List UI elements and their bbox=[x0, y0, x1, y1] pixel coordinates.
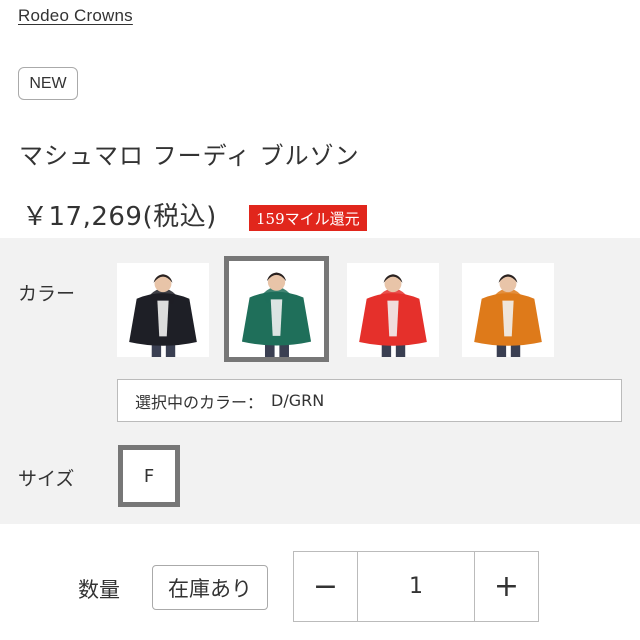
increment-button[interactable]: + bbox=[474, 552, 538, 621]
decrement-button[interactable]: − bbox=[294, 552, 358, 621]
quantity-label: 数量 bbox=[78, 578, 120, 602]
options-panel: カラー 選択中のカラー： D/GRN サイズ F bbox=[0, 238, 640, 524]
product-page: Rodeo Crowns NEW マシュマロ フーディ ブルゾン ￥17,269… bbox=[0, 0, 640, 640]
color-swatch-red[interactable] bbox=[347, 263, 439, 357]
selected-color-value: D/GRN bbox=[271, 391, 325, 410]
quantity-value[interactable]: 1 bbox=[358, 552, 474, 621]
brand-link[interactable]: Rodeo Crowns bbox=[18, 6, 133, 26]
product-title: マシュマロ フーディ ブルゾン bbox=[19, 142, 360, 170]
jacket-thumbnail bbox=[117, 263, 209, 357]
selected-color-label: 選択中のカラー： bbox=[135, 392, 264, 412]
jacket-thumbnail bbox=[347, 263, 439, 357]
selected-color-display: 選択中のカラー： D/GRN bbox=[117, 379, 622, 422]
size-option-f[interactable]: F bbox=[118, 445, 180, 507]
jacket-thumbnail bbox=[462, 263, 554, 357]
color-label: カラー bbox=[18, 283, 76, 305]
quantity-stepper: − 1 + bbox=[293, 551, 539, 622]
mile-reward-badge: 159マイル還元 bbox=[249, 205, 367, 231]
color-swatch-orange[interactable] bbox=[462, 263, 554, 357]
new-badge: NEW bbox=[18, 67, 78, 100]
color-swatch-green[interactable] bbox=[224, 256, 329, 362]
jacket-thumbnail bbox=[229, 261, 324, 357]
color-swatch-black[interactable] bbox=[117, 263, 209, 357]
stock-status: 在庫あり bbox=[152, 565, 268, 610]
price: ￥17,269(税込) bbox=[22, 202, 217, 232]
size-label: サイズ bbox=[18, 468, 75, 490]
